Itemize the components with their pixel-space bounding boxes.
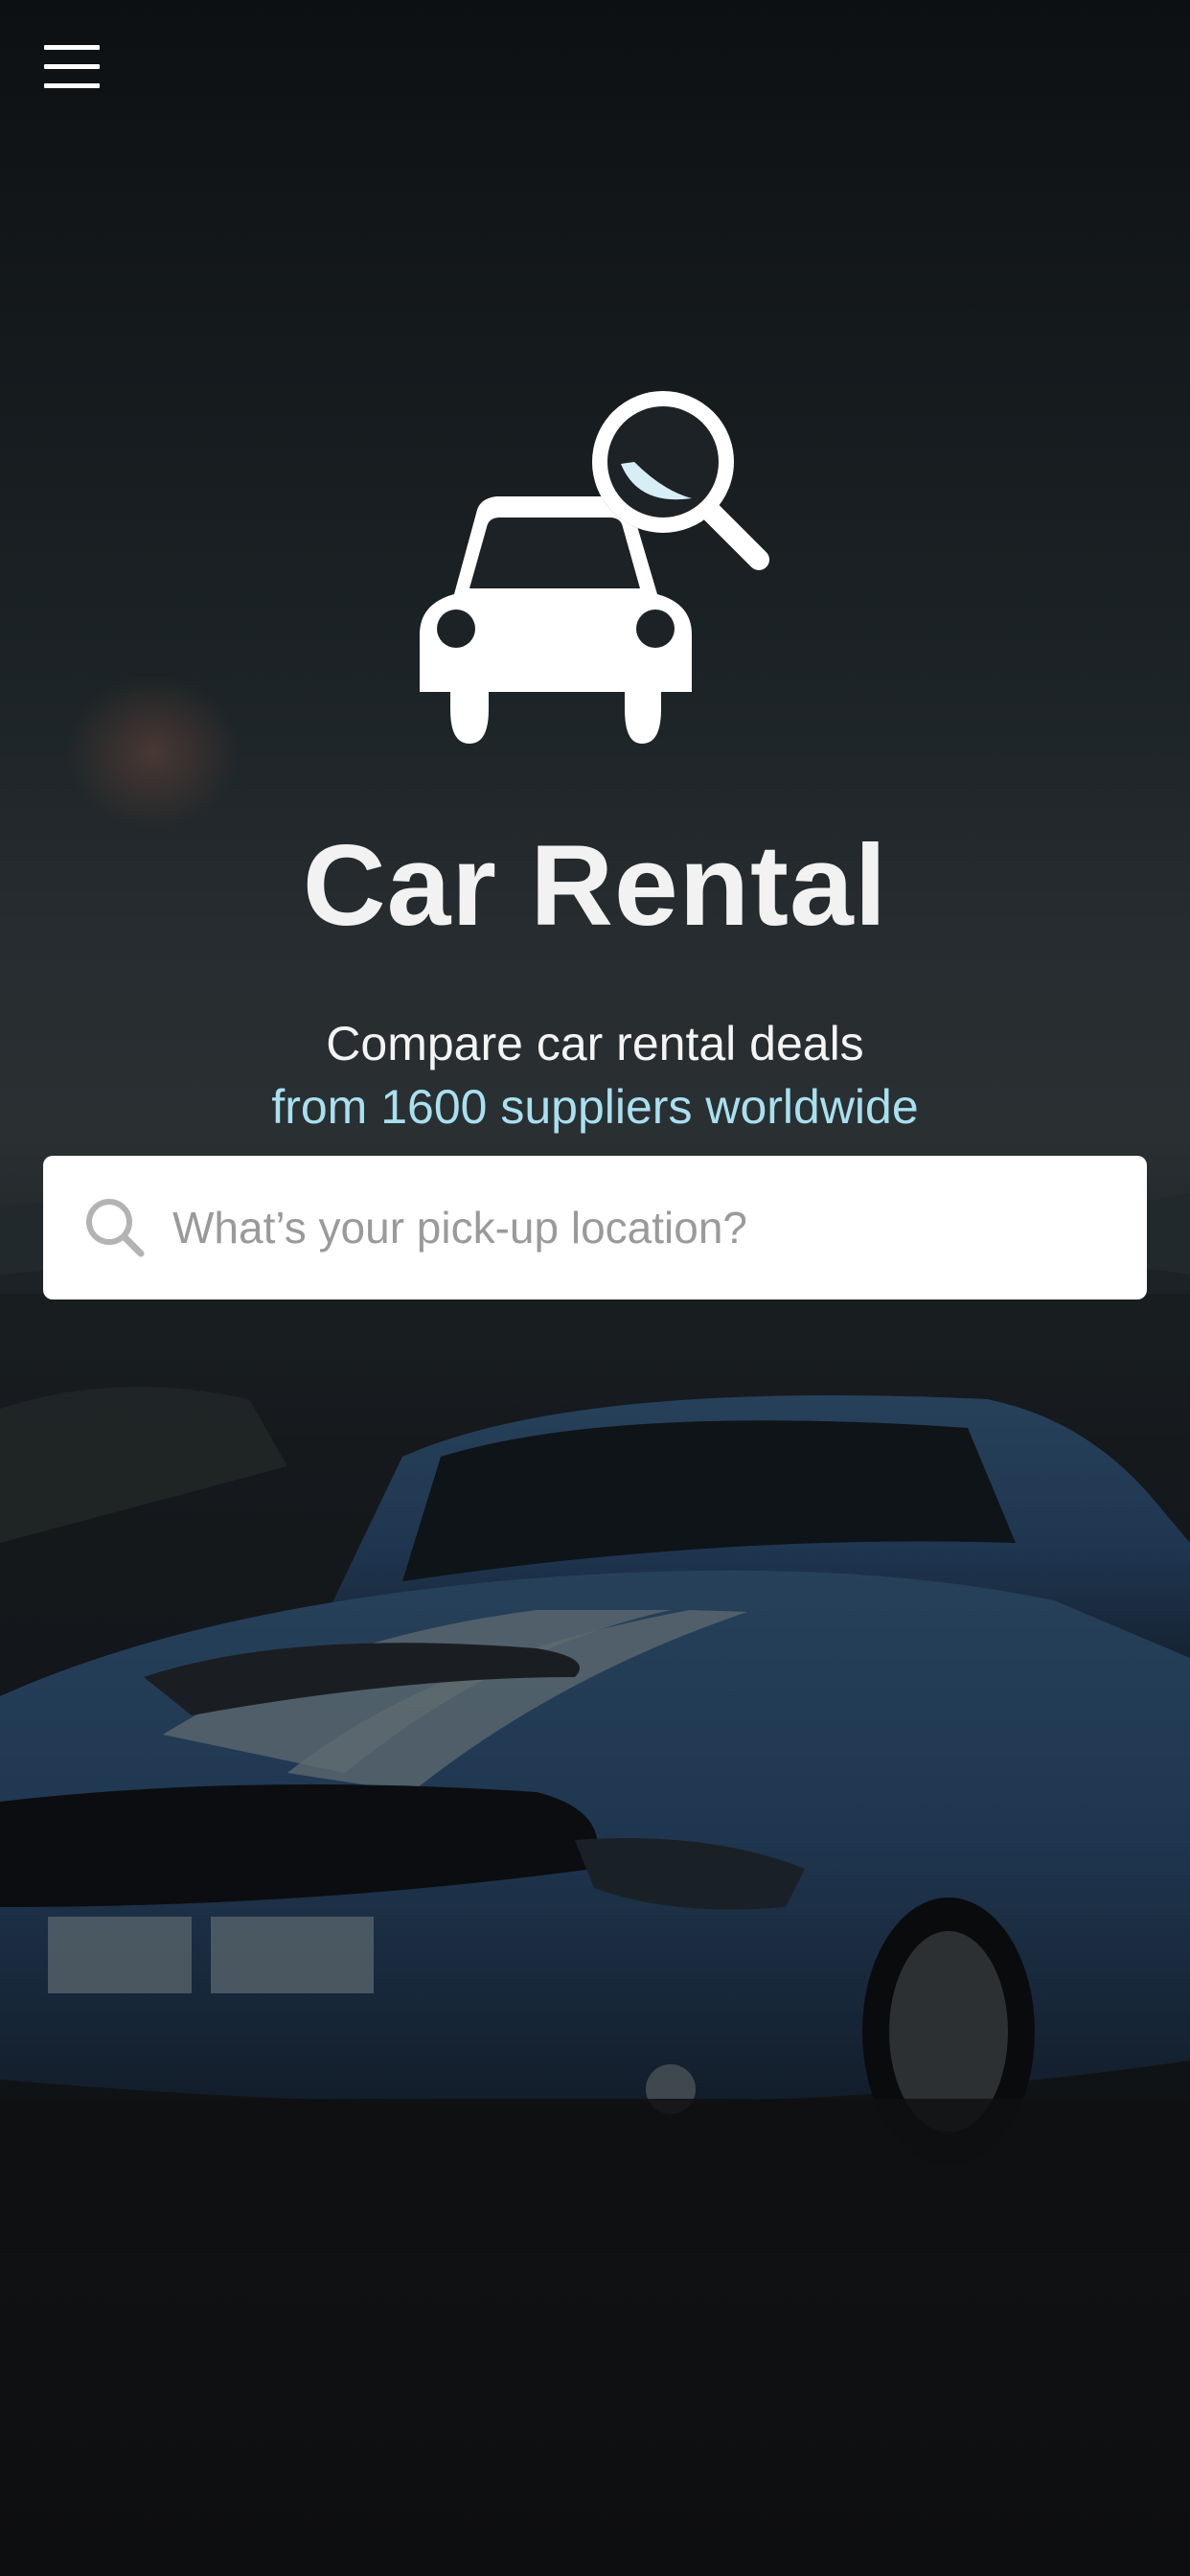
menu-line bbox=[44, 45, 100, 50]
menu-line bbox=[44, 64, 100, 69]
subtitle-line1: Compare car rental deals bbox=[326, 1017, 864, 1070]
search-icon bbox=[86, 1199, 145, 1257]
hamburger-menu-icon[interactable] bbox=[38, 38, 105, 96]
page-title: Car Rental bbox=[302, 821, 888, 950]
menu-line bbox=[44, 83, 100, 88]
search-box[interactable] bbox=[43, 1156, 1147, 1300]
pickup-location-input[interactable] bbox=[172, 1156, 1121, 1300]
car-search-icon bbox=[420, 391, 769, 744]
subtitle-line2: from 1600 suppliers worldwide bbox=[271, 1080, 919, 1134]
car-photo bbox=[0, 1294, 1190, 2252]
